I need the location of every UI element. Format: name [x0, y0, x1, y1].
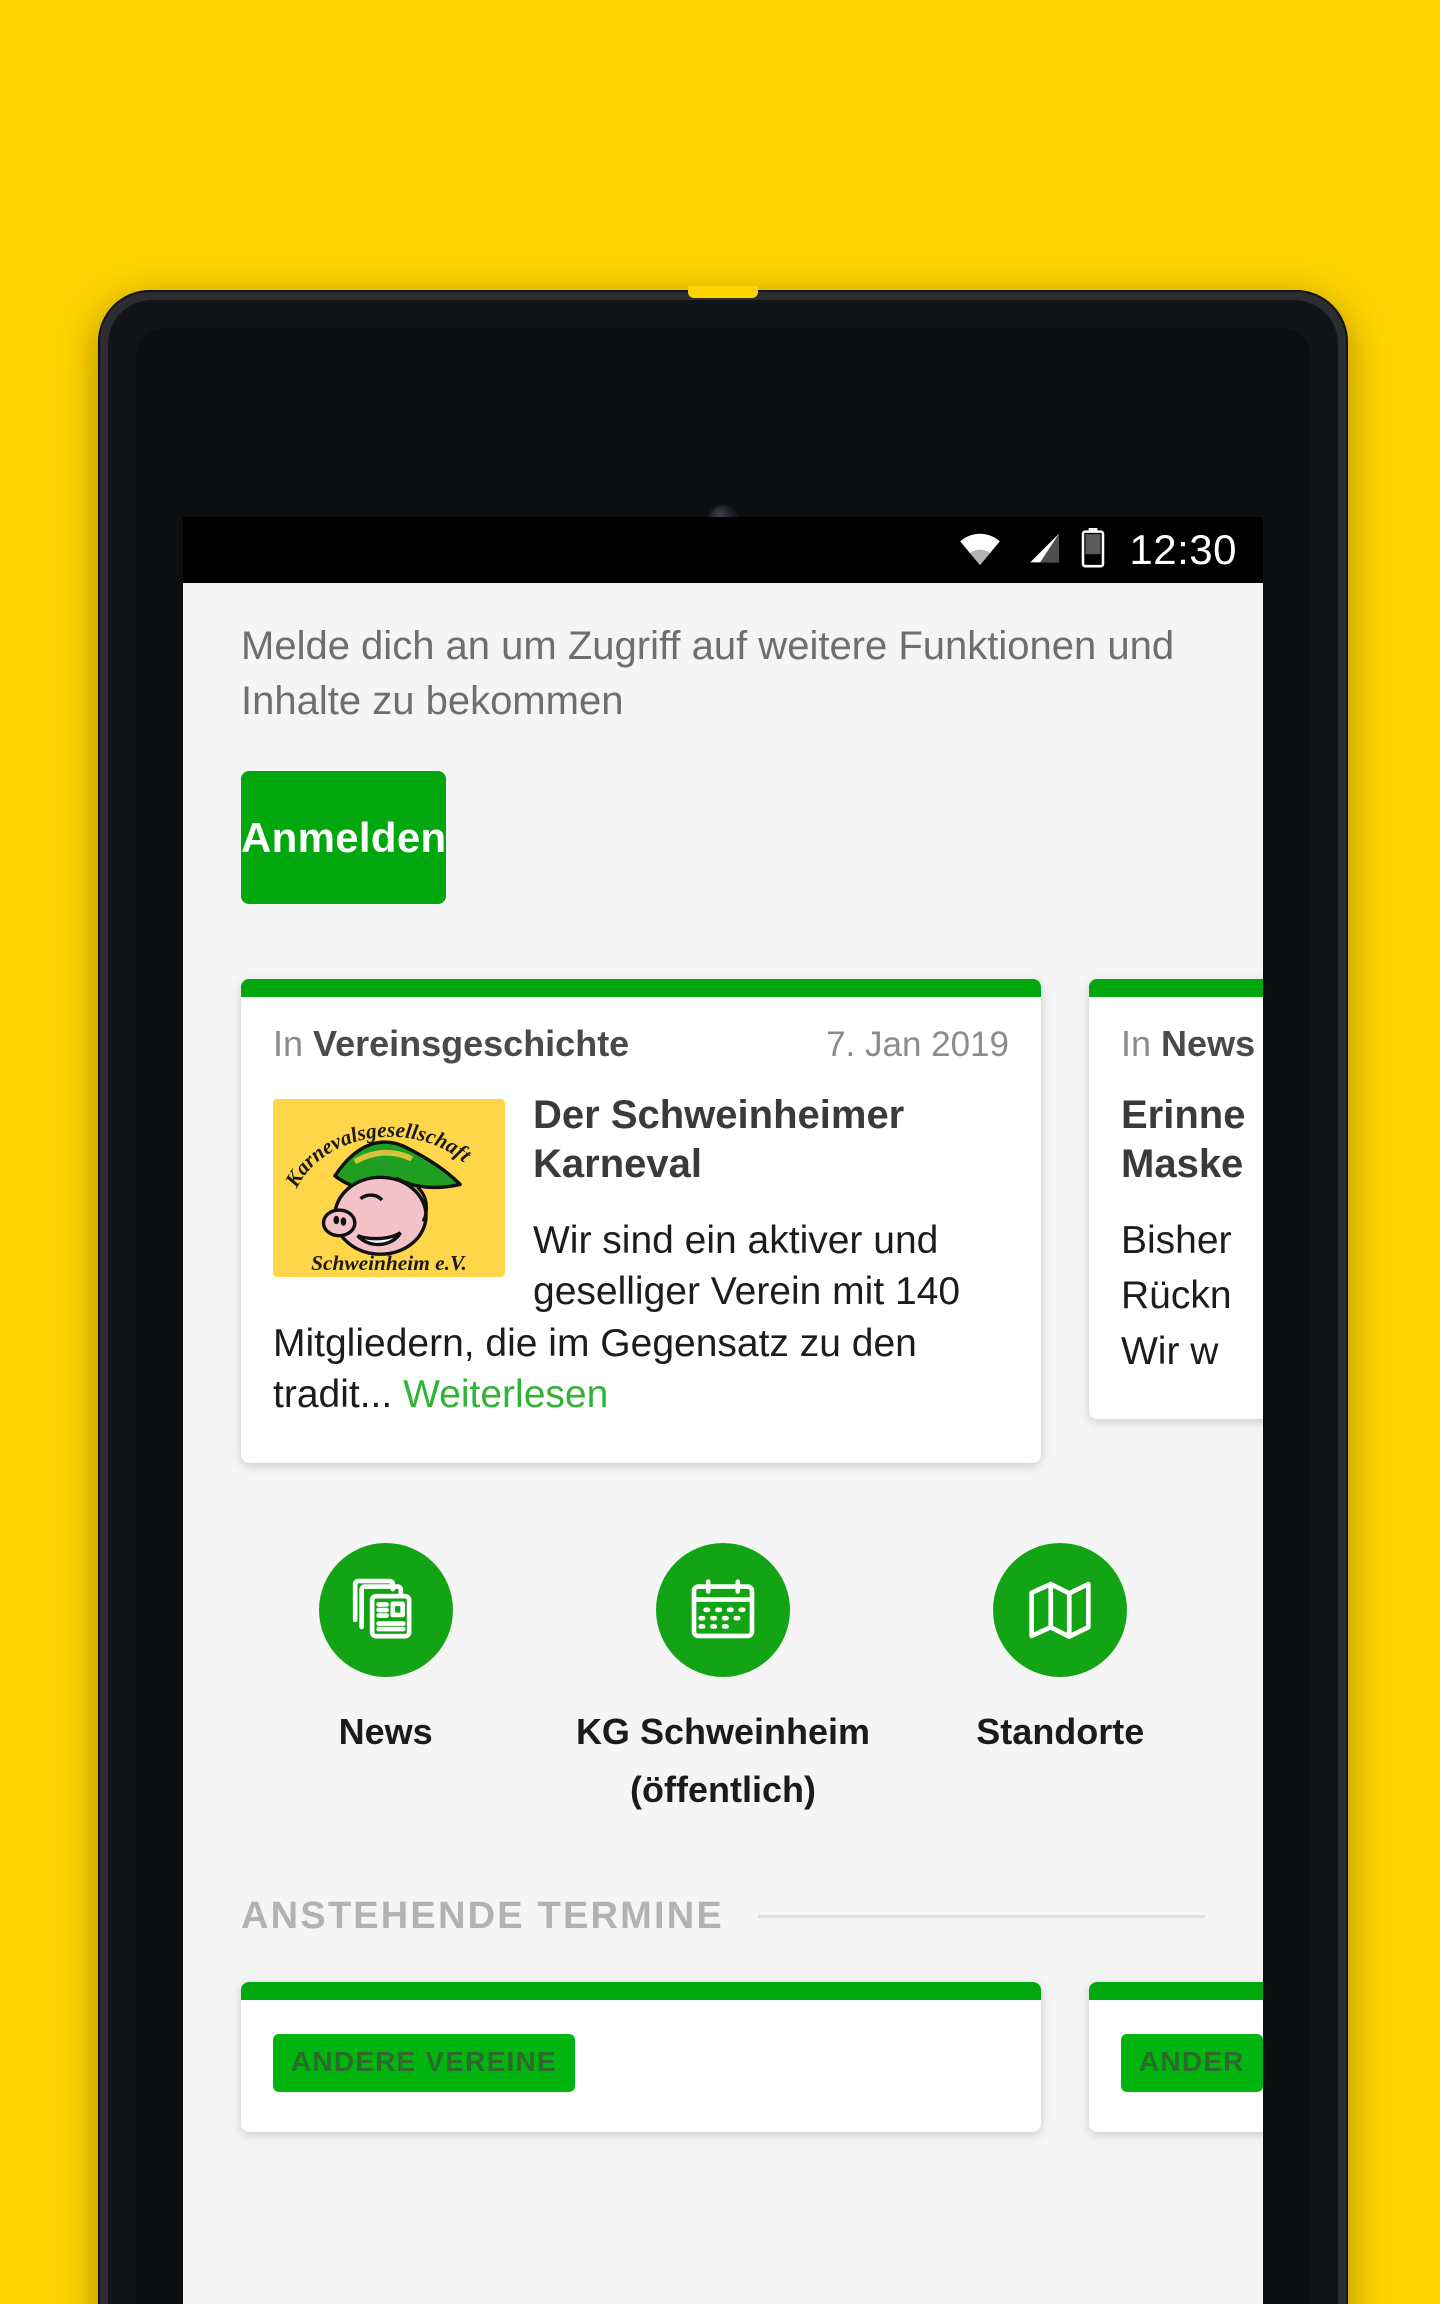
phone-screen: 12:30 Melde dich an um Zugriff auf weite… — [183, 517, 1263, 2304]
anmelden-button[interactable]: Anmelden — [241, 771, 447, 905]
event-card[interactable]: ANDERE VEREINE — [241, 1982, 1041, 2133]
card-in-label: In — [1121, 1023, 1152, 1065]
map-icon — [993, 1542, 1128, 1677]
section-header-upcoming-events: ANSTEHENDE TERMINE — [183, 1895, 1263, 1938]
quick-actions: News KG Schweinheim (öffentlich) Standor… — [183, 1542, 1263, 1820]
card-date: 7. Jan 2019 — [826, 1025, 1009, 1065]
status-badge: ANDER — [1121, 2034, 1263, 2093]
card-meta: In Vereinsgeschichte 7. Jan 2019 — [273, 1023, 1009, 1065]
news-card[interactable]: In Vereinsgeschichte 7. Jan 2019 Karneva… — [241, 979, 1041, 1463]
app-content: Melde dich an um Zugriff auf weitere Fun… — [183, 583, 1263, 2304]
quick-action-news[interactable]: News — [236, 1542, 536, 1761]
card-accent-bar — [1089, 979, 1263, 998]
events-carousel[interactable]: ANDERE VEREINE ANDER — [183, 1982, 1263, 2133]
quick-action-label: KG Schweinheim (öffentlich) — [575, 1710, 871, 1811]
card-accent-bar — [241, 1982, 1041, 2001]
status-bar: 12:30 — [183, 517, 1263, 583]
news-carousel[interactable]: In Vereinsgeschichte 7. Jan 2019 Karneva… — [183, 979, 1263, 1463]
event-card-next[interactable]: ANDER — [1089, 1982, 1263, 2133]
card-excerpt-line1: Bisher — [1121, 1218, 1232, 1262]
calendar-icon — [655, 1542, 790, 1677]
card-title-line2[interactable]: Maske — [1121, 1140, 1263, 1189]
news-stack-icon — [318, 1542, 453, 1677]
section-divider — [757, 1915, 1205, 1919]
weiterlesen-link[interactable]: Weiterlesen — [403, 1373, 608, 1416]
quick-action-label: Standorte — [976, 1710, 1145, 1752]
wifi-icon — [957, 530, 1003, 571]
card-in-label: In — [273, 1023, 304, 1065]
card-accent-bar — [1089, 1982, 1263, 2001]
device-notch — [688, 286, 758, 298]
news-card-next[interactable]: In News Erinne Maske Bisher Rückn Wir w — [1089, 979, 1263, 1420]
card-category[interactable]: Vereinsgeschichte — [313, 1023, 629, 1064]
battery-icon — [1079, 527, 1107, 573]
status-bar-clock: 12:30 — [1129, 526, 1237, 573]
cellular-signal-icon — [1019, 530, 1063, 571]
svg-text:Schweinheim e.V.: Schweinheim e.V. — [311, 1251, 467, 1275]
card-excerpt-line2: Rückn — [1121, 1274, 1232, 1318]
card-meta: In News — [1121, 1023, 1263, 1065]
quick-action-standorte[interactable]: Standorte — [910, 1542, 1210, 1761]
quick-action-kg-schweinheim[interactable]: KG Schweinheim (öffentlich) — [573, 1542, 873, 1820]
karnevalsgesellschaft-schweinheim-logo: Karnevalsgesellschaft Schweinheim e.V. — [273, 1099, 505, 1278]
login-promo-text: Melde dich an um Zugriff auf weitere Fun… — [241, 624, 1175, 724]
card-excerpt-line3: Wir w — [1121, 1329, 1219, 1373]
card-title-line1[interactable]: Erinne — [1121, 1091, 1263, 1140]
card-accent-bar — [241, 979, 1041, 998]
section-title: ANSTEHENDE TERMINE — [241, 1895, 724, 1938]
card-category[interactable]: News — [1161, 1023, 1255, 1064]
status-badge: ANDERE VEREINE — [273, 2034, 575, 2093]
quick-action-label: News — [338, 1710, 433, 1752]
